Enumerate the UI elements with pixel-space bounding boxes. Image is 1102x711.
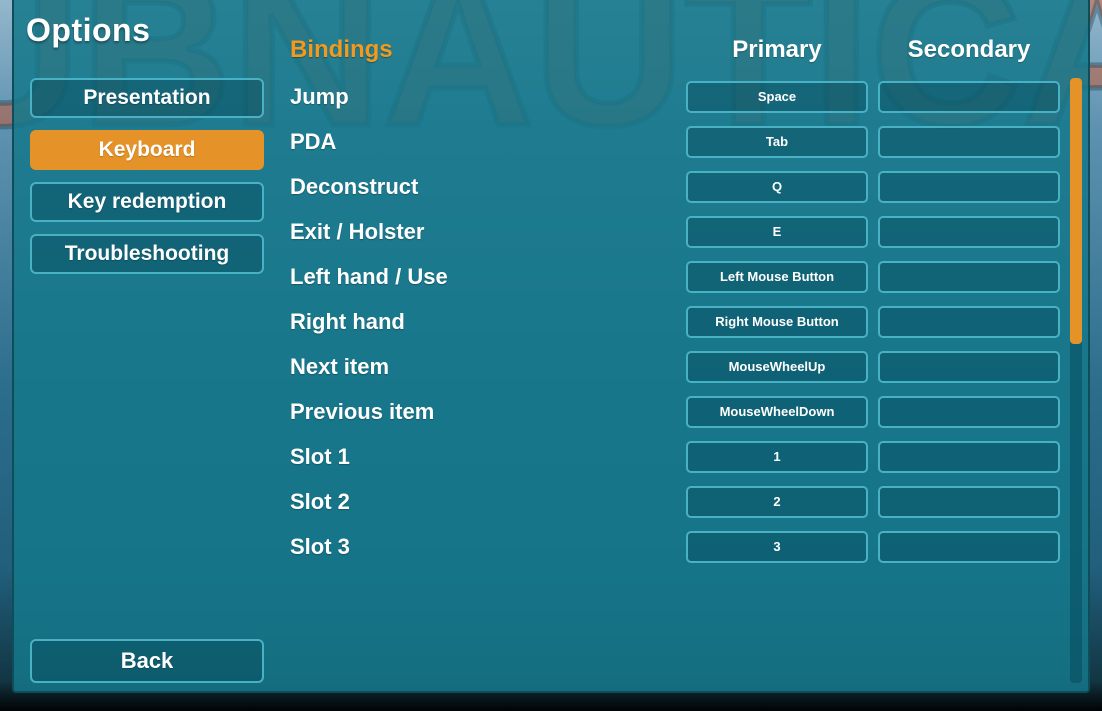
page-title: Options <box>26 12 150 49</box>
tab-presentation[interactable]: Presentation <box>30 78 264 118</box>
tab-troubleshooting[interactable]: Troubleshooting <box>30 234 264 274</box>
binding-secondary[interactable] <box>878 126 1060 158</box>
binding-label: Slot 1 <box>290 444 676 470</box>
binding-secondary[interactable] <box>878 351 1060 383</box>
binding-primary[interactable]: Right Mouse Button <box>686 306 868 338</box>
binding-secondary[interactable] <box>878 486 1060 518</box>
binding-secondary[interactable] <box>878 396 1060 428</box>
binding-secondary[interactable] <box>878 531 1060 563</box>
binding-primary[interactable]: 3 <box>686 531 868 563</box>
binding-primary[interactable]: MouseWheelUp <box>686 351 868 383</box>
binding-label: Previous item <box>290 399 676 425</box>
binding-row: Exit / Holster E <box>290 209 1060 254</box>
bindings-rows: Jump Space PDA Tab Deconstruct Q Exit / … <box>290 74 1060 569</box>
binding-row: Right hand Right Mouse Button <box>290 299 1060 344</box>
binding-primary[interactable]: Q <box>686 171 868 203</box>
binding-label: Next item <box>290 354 676 380</box>
binding-row: Slot 2 2 <box>290 479 1060 524</box>
back-button[interactable]: Back <box>30 639 264 683</box>
tab-key-redemption[interactable]: Key redemption <box>30 182 264 222</box>
binding-primary[interactable]: Left Mouse Button <box>686 261 868 293</box>
binding-label: Slot 3 <box>290 534 676 560</box>
sidebar: Presentation Keyboard Key redemption Tro… <box>14 60 280 631</box>
binding-row: Slot 3 3 <box>290 524 1060 569</box>
binding-secondary[interactable] <box>878 81 1060 113</box>
binding-secondary[interactable] <box>878 261 1060 293</box>
scrollbar-thumb[interactable] <box>1070 78 1082 344</box>
binding-secondary[interactable] <box>878 171 1060 203</box>
binding-secondary[interactable] <box>878 306 1060 338</box>
binding-secondary[interactable] <box>878 216 1060 248</box>
bindings-heading: Bindings <box>290 36 676 64</box>
column-heading-primary: Primary <box>686 36 868 64</box>
binding-row: Left hand / Use Left Mouse Button <box>290 254 1060 299</box>
binding-row: Slot 1 1 <box>290 434 1060 479</box>
binding-primary[interactable]: 1 <box>686 441 868 473</box>
binding-label: Right hand <box>290 309 676 335</box>
binding-label: Exit / Holster <box>290 219 676 245</box>
binding-primary[interactable]: 2 <box>686 486 868 518</box>
bindings-header-row: Bindings Primary Secondary <box>290 12 1060 64</box>
column-heading-secondary: Secondary <box>878 36 1060 64</box>
binding-label: Jump <box>290 84 676 110</box>
binding-row: Previous item MouseWheelDown <box>290 389 1060 434</box>
tab-keyboard[interactable]: Keyboard <box>30 130 264 170</box>
binding-primary[interactable]: Space <box>686 81 868 113</box>
binding-primary[interactable]: Tab <box>686 126 868 158</box>
binding-label: PDA <box>290 129 676 155</box>
options-panel: Options Presentation Keyboard Key redemp… <box>12 0 1090 693</box>
binding-row: Jump Space <box>290 74 1060 119</box>
binding-label: Slot 2 <box>290 489 676 515</box>
bindings-content: Bindings Primary Secondary Jump Space PD… <box>280 0 1088 691</box>
binding-primary[interactable]: MouseWheelDown <box>686 396 868 428</box>
binding-primary[interactable]: E <box>686 216 868 248</box>
binding-label: Left hand / Use <box>290 264 676 290</box>
binding-row: PDA Tab <box>290 119 1060 164</box>
scrollbar-track[interactable] <box>1070 78 1082 683</box>
binding-row: Next item MouseWheelUp <box>290 344 1060 389</box>
binding-row: Deconstruct Q <box>290 164 1060 209</box>
binding-label: Deconstruct <box>290 174 676 200</box>
title-area: Options <box>14 0 280 60</box>
binding-secondary[interactable] <box>878 441 1060 473</box>
back-area: Back <box>14 631 280 691</box>
